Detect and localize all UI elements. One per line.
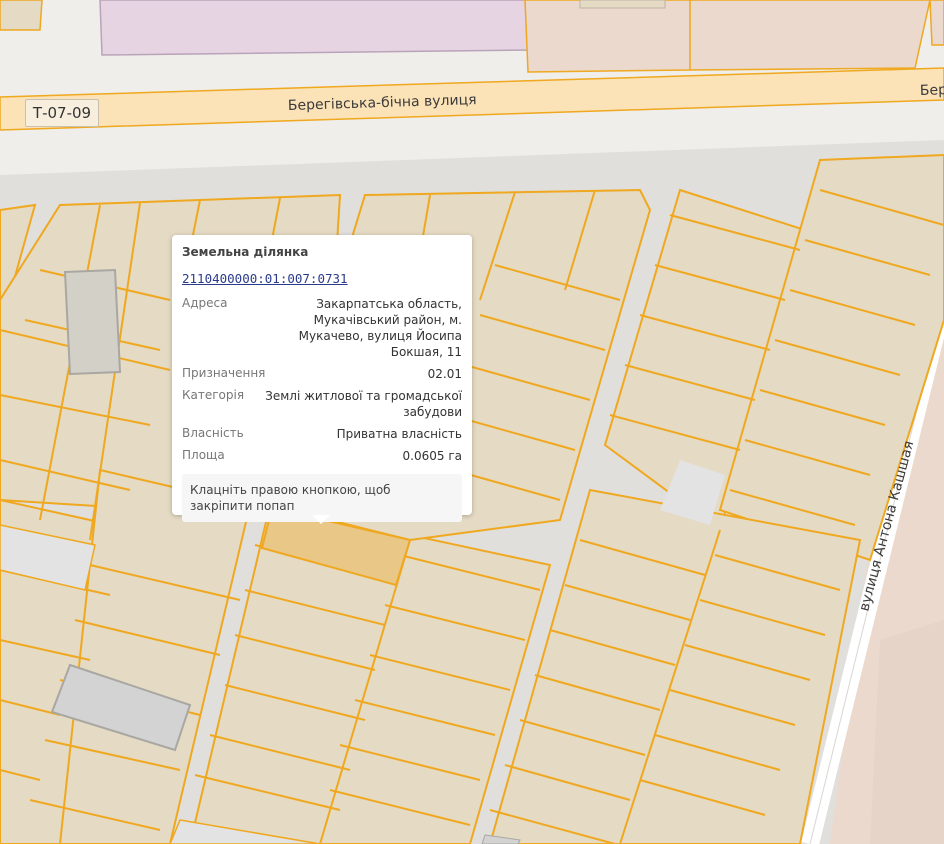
- popup-pointer: [312, 515, 330, 524]
- pink-area: [99, 0, 531, 56]
- salmon-area: [524, 0, 701, 73]
- cadastral-number-link[interactable]: 2110400000:01:007:0731: [182, 271, 348, 286]
- gray-building: [63, 268, 122, 376]
- field-value: 02.01: [427, 367, 462, 381]
- field-key: Власність: [182, 426, 244, 440]
- popup-title: Земельна ділянка: [182, 245, 309, 259]
- field-key: Категорія: [182, 388, 245, 402]
- field-value: 0.0605 га: [402, 449, 462, 463]
- field-row-category: Категорія Землі житлової та громадської …: [182, 388, 462, 420]
- map-canvas[interactable]: Берегівська-бічна вулиця Бер вулиця Анто…: [0, 0, 944, 844]
- road-code-badge: Т-07-09: [25, 99, 99, 127]
- field-row-ownership: Власність Приватна власність: [182, 426, 462, 442]
- field-row-purpose: Призначення 02.01: [182, 366, 462, 382]
- field-key: Адреса: [182, 296, 228, 310]
- field-value: Приватна власність: [336, 427, 462, 441]
- field-row-area: Площа 0.0605 га: [182, 448, 462, 464]
- field-value: Землі житлової та громадської забудови: [265, 389, 462, 419]
- field-row-address: Адреса Закарпатська область, Мукачівськи…: [182, 296, 462, 360]
- field-value: Закарпатська область, Мукачівський район…: [298, 297, 462, 359]
- field-key: Площа: [182, 448, 225, 462]
- field-key: Призначення: [182, 366, 266, 380]
- road-label-berehivska-edge: Бер: [920, 82, 944, 99]
- parcel-popup[interactable]: Земельна ділянка 2110400000:01:007:0731 …: [172, 235, 472, 524]
